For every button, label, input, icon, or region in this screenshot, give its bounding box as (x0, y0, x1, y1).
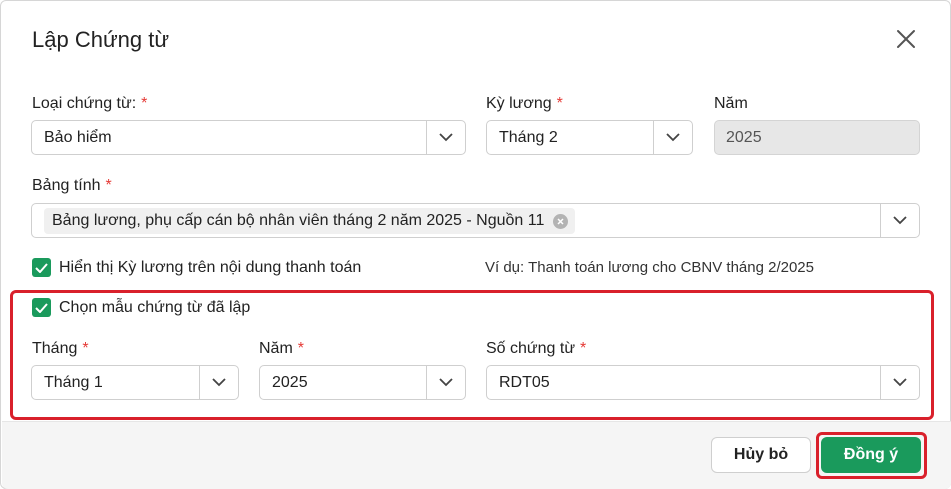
template-month-label: Tháng * (32, 340, 89, 357)
show-period-checkbox[interactable] (32, 258, 51, 277)
show-period-label: Hiển thị Kỳ lương trên nội dung thanh to… (59, 259, 362, 276)
year-label: Năm (714, 95, 748, 112)
voucher-type-label: Loại chứng từ: * (32, 95, 148, 112)
template-year-select[interactable]: 2025 (259, 365, 466, 400)
cancel-button[interactable]: Hủy bỏ (711, 437, 811, 473)
choose-template-label: Chọn mẫu chứng từ đã lập (59, 299, 251, 316)
chevron-down-icon[interactable] (426, 121, 465, 154)
spreadsheet-label: Bảng tính * (32, 177, 112, 194)
dialog-title: Lập Chứng từ (32, 27, 170, 52)
year-input: 2025 (714, 120, 920, 155)
chevron-down-icon[interactable] (653, 121, 692, 154)
spreadsheet-select[interactable]: Bảng lương, phụ cấp cán bộ nhân viên thá… (31, 203, 920, 238)
template-year-label: Năm * (259, 340, 305, 357)
year-value: 2025 (726, 129, 762, 146)
close-icon[interactable] (893, 26, 919, 52)
pay-period-label: Kỳ lương * (486, 95, 563, 112)
spreadsheet-tag-label: Bảng lương, phụ cấp cán bộ nhân viên thá… (52, 212, 545, 229)
spreadsheet-tag: Bảng lương, phụ cấp cán bộ nhân viên thá… (44, 208, 576, 234)
example-text: Ví dụ: Thanh toán lương cho CBNV tháng 2… (485, 259, 814, 276)
chevron-down-icon[interactable] (426, 366, 465, 399)
voucher-no-label: Số chứng từ * (486, 340, 587, 357)
voucher-no-value: RDT05 (499, 374, 550, 391)
chevron-down-icon[interactable] (880, 366, 919, 399)
template-year-value: 2025 (272, 374, 308, 391)
pay-period-select[interactable]: Tháng 2 (486, 120, 693, 155)
dialog: Lập Chứng từ Loại chứng từ: * Kỳ lương * N… (0, 0, 951, 489)
chevron-down-icon[interactable] (199, 366, 238, 399)
template-month-select[interactable]: Tháng 1 (31, 365, 239, 400)
tag-remove-icon[interactable] (553, 213, 569, 229)
voucher-no-select[interactable]: RDT05 (486, 365, 920, 400)
voucher-type-select[interactable]: Bảo hiểm (31, 120, 466, 155)
pay-period-value: Tháng 2 (499, 129, 558, 146)
choose-template-checkbox[interactable] (32, 298, 51, 317)
voucher-type-value: Bảo hiểm (44, 129, 112, 146)
chevron-down-icon[interactable] (880, 204, 919, 237)
template-month-value: Tháng 1 (44, 374, 103, 391)
ok-button[interactable]: Đồng ý (821, 437, 921, 473)
